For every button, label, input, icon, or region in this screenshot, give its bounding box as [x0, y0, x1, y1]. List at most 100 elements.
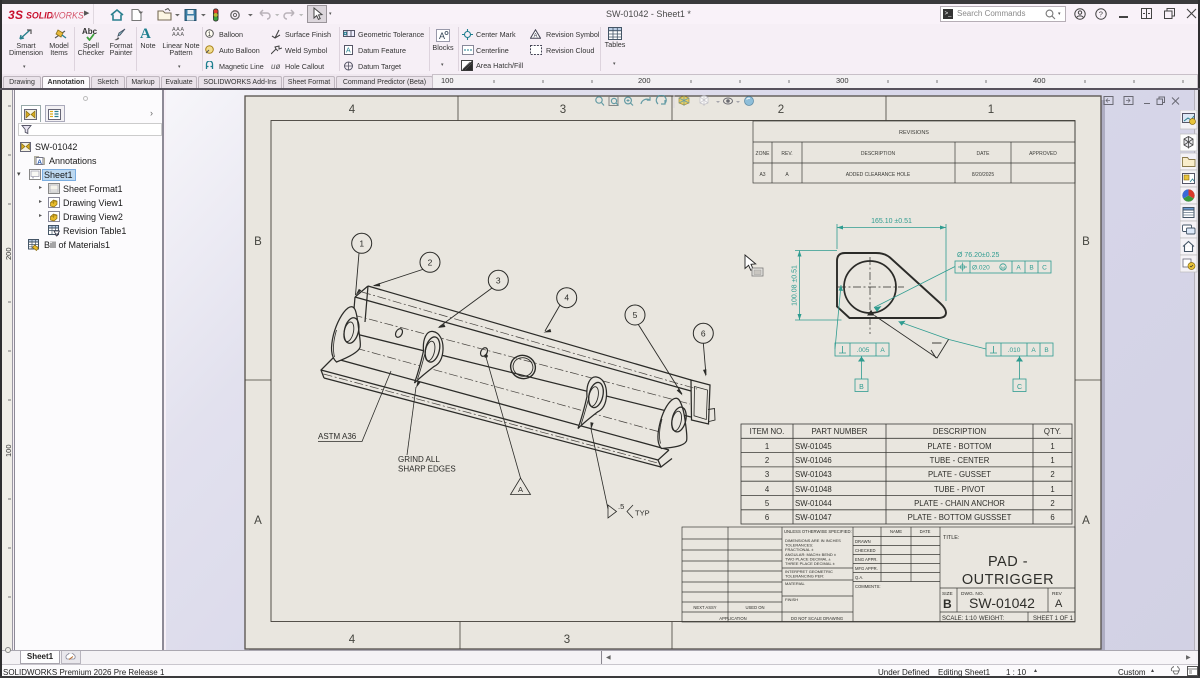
- svg-text:3: 3: [765, 470, 769, 479]
- svg-text:SW-01046: SW-01046: [795, 456, 832, 465]
- svg-text:SOLID: SOLID: [26, 11, 54, 21]
- svg-text:5: 5: [765, 499, 770, 508]
- svg-text:A: A: [254, 515, 262, 527]
- svg-text:ITEM NO.: ITEM NO.: [750, 427, 785, 436]
- svg-text:1: 1: [765, 442, 769, 451]
- svg-text:1: 1: [1050, 456, 1054, 465]
- svg-text:REVISIONS: REVISIONS: [899, 130, 929, 136]
- svg-text:M: M: [1001, 265, 1005, 271]
- svg-text:3: 3: [560, 104, 566, 116]
- svg-text:6: 6: [1050, 513, 1054, 522]
- svg-text:C: C: [1042, 265, 1047, 272]
- svg-text:Ø 76.20±0.25: Ø 76.20±0.25: [957, 252, 999, 259]
- svg-text:SW-01042: SW-01042: [969, 595, 1035, 611]
- svg-text:S: S: [15, 8, 23, 22]
- svg-text:COMMENTS:: COMMENTS:: [855, 584, 881, 589]
- svg-text:1: 1: [988, 104, 994, 116]
- svg-text:6: 6: [765, 513, 769, 522]
- svg-text:100: 100: [441, 76, 454, 85]
- svg-text:B: B: [943, 597, 952, 611]
- svg-text:PLATE - CHAIN ANCHOR: PLATE - CHAIN ANCHOR: [914, 499, 1005, 508]
- svg-text:A: A: [346, 48, 351, 55]
- svg-text:A: A: [1016, 265, 1021, 272]
- svg-text:2: 2: [1050, 499, 1054, 508]
- svg-text:3: 3: [8, 8, 15, 22]
- svg-text:MATERIAL: MATERIAL: [785, 581, 805, 586]
- svg-text:B: B: [254, 236, 262, 248]
- svg-text:MFG APPR.: MFG APPR.: [855, 566, 878, 571]
- svg-text:DESCRIPTION: DESCRIPTION: [933, 427, 986, 436]
- svg-text:SW-01047: SW-01047: [795, 513, 832, 522]
- svg-text:SHEET 1 OF 1: SHEET 1 OF 1: [1033, 616, 1074, 622]
- svg-text:TUBE - CENTER: TUBE - CENTER: [930, 456, 990, 465]
- svg-text:2: 2: [1050, 470, 1054, 479]
- svg-text:ASTM A36: ASTM A36: [318, 432, 357, 441]
- svg-text:QTY.: QTY.: [1044, 427, 1061, 436]
- svg-text:4: 4: [349, 104, 356, 116]
- svg-text:SW-01044: SW-01044: [795, 499, 832, 508]
- svg-text:.5: .5: [618, 502, 624, 511]
- svg-text:A: A: [1082, 515, 1090, 527]
- svg-text:2: 2: [765, 456, 769, 465]
- svg-text:WEIGHT:: WEIGHT:: [979, 616, 1004, 622]
- svg-text:100: 100: [4, 444, 13, 457]
- svg-text:4: 4: [564, 293, 569, 303]
- svg-text:TUBE - PIVOT: TUBE - PIVOT: [934, 485, 985, 494]
- svg-text:165.10 ±0.51: 165.10 ±0.51: [871, 218, 912, 225]
- svg-text:200: 200: [4, 247, 13, 260]
- svg-text:2: 2: [778, 104, 784, 116]
- svg-text:ENG APPR.: ENG APPR.: [855, 557, 878, 562]
- svg-text:USED ON: USED ON: [745, 605, 764, 610]
- svg-text:OUTRIGGER: OUTRIGGER: [962, 572, 1054, 588]
- svg-text:TITLE:: TITLE:: [943, 535, 960, 541]
- svg-text:APPLICATION: APPLICATION: [719, 616, 746, 621]
- svg-text:ADDED CLEARANCE HOLE: ADDED CLEARANCE HOLE: [846, 172, 911, 178]
- svg-text:THREE PLACE DECIMAL ±: THREE PLACE DECIMAL ±: [785, 561, 836, 566]
- svg-text:DRAWN: DRAWN: [855, 539, 871, 544]
- svg-text:SW-01048: SW-01048: [795, 485, 832, 494]
- svg-text:DATE: DATE: [920, 529, 931, 534]
- svg-text:PLATE - GUSSET: PLATE - GUSSET: [928, 470, 991, 479]
- svg-text:100.08 ±0.51: 100.08 ±0.51: [792, 265, 799, 306]
- svg-text:CHECKED: CHECKED: [855, 548, 875, 553]
- svg-text:ZONE: ZONE: [756, 151, 771, 157]
- svg-text:3: 3: [564, 634, 570, 646]
- svg-text:A: A: [1031, 347, 1036, 354]
- svg-text:A3: A3: [759, 172, 765, 178]
- svg-text:WORKS: WORKS: [51, 11, 84, 21]
- svg-text:SHARP EDGES: SHARP EDGES: [398, 465, 456, 474]
- svg-text:PLATE - BOTTOM GUSSSET: PLATE - BOTTOM GUSSSET: [908, 513, 1012, 522]
- svg-text:?: ?: [1099, 10, 1103, 19]
- svg-text:6: 6: [701, 328, 706, 338]
- svg-text:GRIND ALL: GRIND ALL: [398, 455, 440, 464]
- svg-text:PAD -: PAD -: [988, 554, 1028, 570]
- svg-text:B: B: [859, 384, 864, 391]
- svg-text:SW-01045: SW-01045: [795, 442, 832, 451]
- svg-text:uø: uø: [271, 62, 280, 71]
- svg-text:5: 5: [633, 310, 638, 320]
- svg-text:NAME: NAME: [890, 529, 902, 534]
- svg-text:REV.: REV.: [781, 151, 792, 157]
- svg-text:UNLESS OTHERWISE SPECIFIED:: UNLESS OTHERWISE SPECIFIED:: [784, 529, 852, 534]
- svg-text:2: 2: [428, 257, 433, 267]
- svg-text:PART NUMBER: PART NUMBER: [812, 427, 868, 436]
- svg-text:4: 4: [349, 634, 356, 646]
- svg-text:A: A: [880, 347, 885, 354]
- svg-text:DO NOT SCALE DRAWING: DO NOT SCALE DRAWING: [791, 616, 843, 621]
- svg-text:FINISH: FINISH: [785, 597, 798, 602]
- svg-text:200: 200: [638, 76, 651, 85]
- svg-text:.010: .010: [1008, 347, 1021, 354]
- svg-text:REV: REV: [1052, 591, 1063, 597]
- svg-text:A: A: [534, 34, 538, 40]
- svg-text:1: 1: [1050, 442, 1054, 451]
- svg-text:SCALE: 1:10: SCALE: 1:10: [942, 616, 977, 622]
- svg-text:B: B: [1044, 347, 1048, 354]
- svg-text:B: B: [1082, 236, 1090, 248]
- svg-text:.005: .005: [857, 347, 870, 354]
- svg-text:A: A: [439, 31, 445, 41]
- svg-text:DESCRIPTION: DESCRIPTION: [861, 151, 896, 157]
- svg-text:A: A: [55, 232, 58, 237]
- svg-text:SW-01043: SW-01043: [795, 470, 832, 479]
- svg-text:8/20/2025: 8/20/2025: [972, 172, 994, 178]
- svg-text:C: C: [1017, 384, 1022, 391]
